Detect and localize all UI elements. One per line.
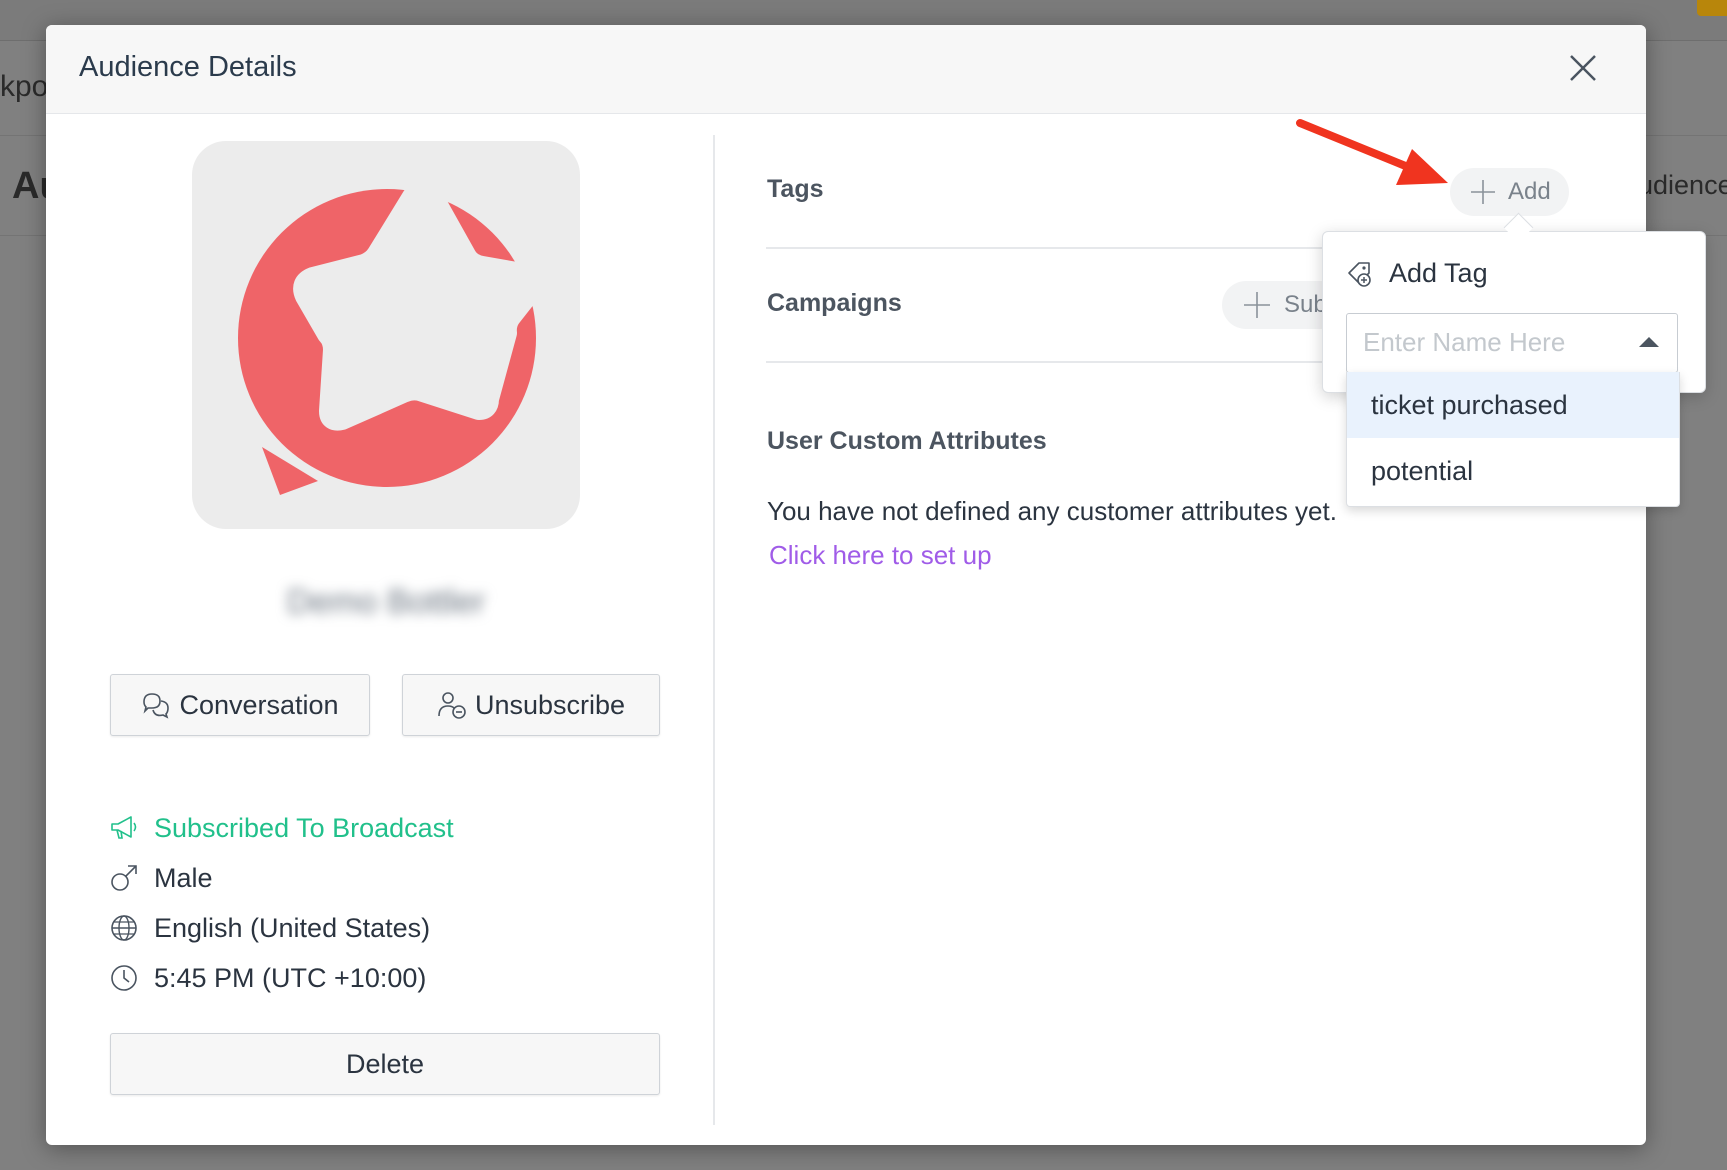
subscribe-campaign-label: Sub [1284, 291, 1327, 318]
add-tag-title: Add Tag [1345, 258, 1488, 289]
language-row: English (United States) [108, 912, 430, 944]
plus-icon [1244, 292, 1270, 318]
megaphone-icon [108, 812, 140, 844]
tag-name-combobox[interactable] [1346, 313, 1678, 373]
unsubscribe-button[interactable]: Unsubscribe [402, 674, 660, 736]
background-text: udience [1638, 170, 1727, 200]
male-icon [108, 862, 140, 894]
tags-label: Tags [767, 175, 824, 203]
conversation-label: Conversation [179, 689, 339, 720]
add-tag-button[interactable]: Add [1450, 168, 1569, 216]
campaigns-label: Campaigns [767, 289, 902, 317]
globe-icon [108, 912, 140, 944]
gender-row: Male [108, 862, 213, 894]
tag-option[interactable]: ticket purchased [1347, 372, 1679, 438]
annotation-arrow-icon [1296, 119, 1448, 185]
plus-icon [1471, 180, 1495, 204]
background-text: kpo [0, 70, 49, 103]
close-button[interactable] [1566, 51, 1600, 85]
subscription-text: Subscribed To Broadcast [154, 812, 454, 843]
background-orange-badge [1697, 0, 1727, 16]
audience-name: Demo Bottler [286, 583, 486, 621]
tag-options-list: ticket purchased potential [1346, 372, 1680, 507]
star-chat-bubble-logo [238, 185, 547, 495]
modal-title: Audience Details [79, 51, 297, 83]
delete-label: Delete [345, 1048, 425, 1079]
delete-button[interactable]: Delete [110, 1033, 660, 1095]
tag-add-icon [1348, 261, 1371, 287]
caret-up-icon[interactable] [1639, 337, 1659, 347]
clock-icon [108, 962, 140, 994]
tag-option[interactable]: potential [1347, 438, 1679, 504]
unsubscribe-label: Unsubscribe [474, 689, 626, 720]
close-icon [1570, 55, 1596, 81]
time-text: 5:45 PM (UTC +10:00) [154, 962, 427, 993]
language-text: English (United States) [154, 912, 431, 943]
time-row: 5:45 PM (UTC +10:00) [108, 962, 426, 994]
chat-bubbles-icon [143, 693, 170, 719]
gender-text: Male [154, 862, 213, 893]
modal-header: Audience Details [46, 25, 1646, 114]
tag-name-input[interactable] [1347, 314, 1639, 370]
column-divider [713, 135, 715, 1125]
subscription-status: Subscribed To Broadcast [108, 812, 454, 844]
custom-attributes-empty-text: You have not defined any customer attrib… [767, 496, 1337, 526]
conversation-button[interactable]: Conversation [110, 674, 370, 736]
avatar [192, 141, 580, 529]
user-minus-icon [438, 692, 466, 719]
setup-attributes-link[interactable]: Click here to set up [769, 540, 992, 571]
add-tag-title-text: Add Tag [1389, 258, 1488, 288]
custom-attributes-label: User Custom Attributes [767, 427, 1047, 455]
add-tag-label: Add [1508, 178, 1551, 205]
